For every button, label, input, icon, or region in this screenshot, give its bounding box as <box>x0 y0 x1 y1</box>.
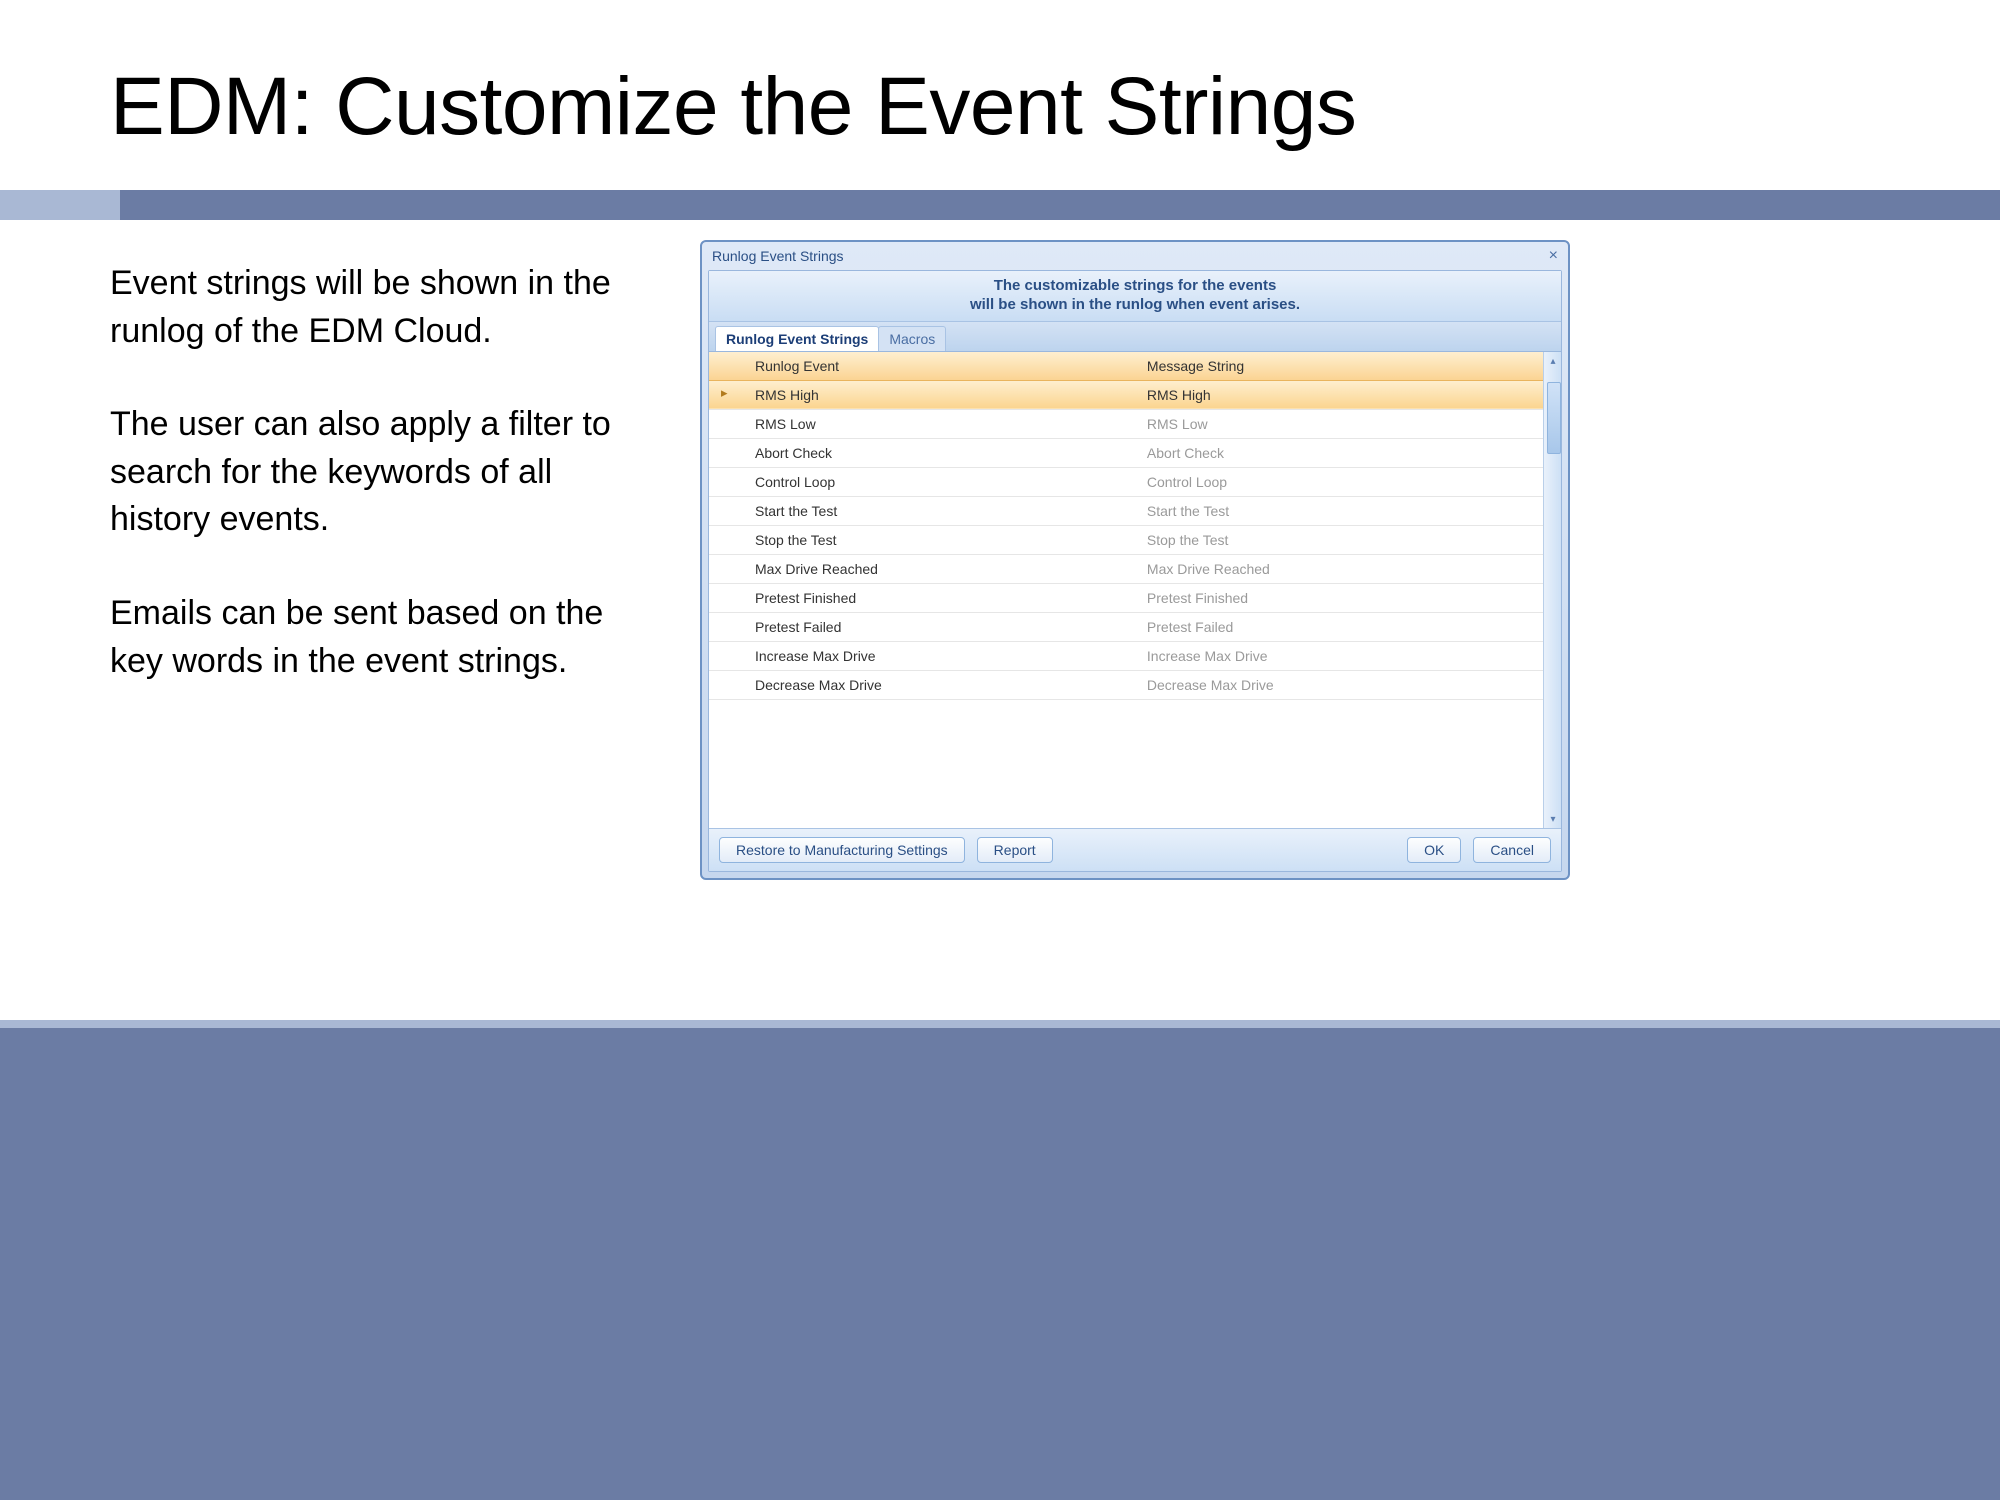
dialog-tabs: Runlog Event StringsMacros <box>709 322 1561 352</box>
row-message[interactable]: Max Drive Reached <box>1137 554 1561 583</box>
cancel-button[interactable]: Cancel <box>1473 837 1551 863</box>
close-icon[interactable]: × <box>1549 247 1558 265</box>
body-paragraph-1: Event strings will be shown in the runlo… <box>110 260 620 355</box>
row-event: Stop the Test <box>745 525 1137 554</box>
row-gutter <box>709 409 745 438</box>
tab-macros[interactable]: Macros <box>878 326 946 351</box>
row-gutter <box>709 467 745 496</box>
table-row[interactable]: Pretest FinishedPretest Finished <box>709 583 1561 612</box>
row-message[interactable]: Abort Check <box>1137 438 1561 467</box>
event-table: Runlog Event Message String RMS HighRMS … <box>709 352 1561 700</box>
table-row[interactable]: Pretest FailedPretest Failed <box>709 612 1561 641</box>
runlog-event-strings-dialog: Runlog Event Strings × The customizable … <box>700 240 1570 880</box>
tab-runlog-event-strings[interactable]: Runlog Event Strings <box>715 326 879 351</box>
table-row[interactable]: Stop the TestStop the Test <box>709 525 1561 554</box>
row-message[interactable]: RMS High <box>1137 380 1561 409</box>
table-row[interactable]: Start the TestStart the Test <box>709 496 1561 525</box>
table-row[interactable]: Decrease Max DriveDecrease Max Drive <box>709 670 1561 699</box>
row-event: RMS High <box>745 380 1137 409</box>
ok-button[interactable]: OK <box>1407 837 1461 863</box>
row-event: RMS Low <box>745 409 1137 438</box>
table-row[interactable]: RMS HighRMS High <box>709 380 1561 409</box>
table-row[interactable]: Abort CheckAbort Check <box>709 438 1561 467</box>
table-header-event[interactable]: Runlog Event <box>745 352 1137 381</box>
table-header-gutter <box>709 352 745 381</box>
row-message[interactable]: Control Loop <box>1137 467 1561 496</box>
row-gutter <box>709 525 745 554</box>
row-gutter <box>709 380 745 409</box>
row-message[interactable]: Start the Test <box>1137 496 1561 525</box>
body-paragraph-3: Emails can be sent based on the key word… <box>110 590 620 685</box>
accent-bar <box>0 190 2000 220</box>
restore-button[interactable]: Restore to Manufacturing Settings <box>719 837 965 863</box>
dialog-body: The customizable strings for the events … <box>708 270 1562 872</box>
row-message[interactable]: Increase Max Drive <box>1137 641 1561 670</box>
dialog-footer: Restore to Manufacturing Settings Report… <box>709 828 1561 871</box>
table-row[interactable]: Control LoopControl Loop <box>709 467 1561 496</box>
vertical-scrollbar[interactable]: ▴ ▾ <box>1543 352 1561 829</box>
table-row[interactable]: Increase Max DriveIncrease Max Drive <box>709 641 1561 670</box>
row-message[interactable]: Pretest Failed <box>1137 612 1561 641</box>
row-gutter <box>709 438 745 467</box>
row-gutter <box>709 641 745 670</box>
row-event: Start the Test <box>745 496 1137 525</box>
row-gutter <box>709 554 745 583</box>
report-button[interactable]: Report <box>977 837 1053 863</box>
row-gutter <box>709 496 745 525</box>
dialog-banner-line-2: will be shown in the runlog when event a… <box>709 296 1561 315</box>
row-message[interactable]: Decrease Max Drive <box>1137 670 1561 699</box>
accent-bar-main <box>120 190 2000 220</box>
row-event: Increase Max Drive <box>745 641 1137 670</box>
row-message[interactable]: Stop the Test <box>1137 525 1561 554</box>
row-message[interactable]: RMS Low <box>1137 409 1561 438</box>
table-header-message[interactable]: Message String <box>1137 352 1561 381</box>
dialog-banner: The customizable strings for the events … <box>709 271 1561 322</box>
bottom-accent-bar <box>0 1028 2000 1500</box>
dialog-titlebar: Runlog Event Strings × <box>702 242 1568 270</box>
row-event: Control Loop <box>745 467 1137 496</box>
table-row[interactable]: Max Drive ReachedMax Drive Reached <box>709 554 1561 583</box>
row-message[interactable]: Pretest Finished <box>1137 583 1561 612</box>
table-header-row: Runlog Event Message String <box>709 352 1561 381</box>
row-event: Decrease Max Drive <box>745 670 1137 699</box>
row-gutter <box>709 670 745 699</box>
scroll-arrow-down-icon[interactable]: ▾ <box>1548 814 1558 824</box>
row-event: Pretest Finished <box>745 583 1137 612</box>
slide-title: EDM: Customize the Event Strings <box>110 60 1356 154</box>
row-gutter <box>709 583 745 612</box>
body-text: Event strings will be shown in the runlo… <box>110 260 620 731</box>
table-row[interactable]: RMS LowRMS Low <box>709 409 1561 438</box>
row-gutter <box>709 612 745 641</box>
event-table-wrap: Runlog Event Message String RMS HighRMS … <box>709 352 1561 829</box>
bottom-accent-bar-light <box>0 1020 2000 1028</box>
dialog-title: Runlog Event Strings <box>712 248 844 264</box>
body-paragraph-2: The user can also apply a filter to sear… <box>110 401 620 544</box>
row-event: Max Drive Reached <box>745 554 1137 583</box>
accent-bar-left <box>0 190 120 220</box>
row-event: Abort Check <box>745 438 1137 467</box>
row-event: Pretest Failed <box>745 612 1137 641</box>
scroll-arrow-up-icon[interactable]: ▴ <box>1548 356 1558 366</box>
dialog-banner-line-1: The customizable strings for the events <box>709 277 1561 296</box>
